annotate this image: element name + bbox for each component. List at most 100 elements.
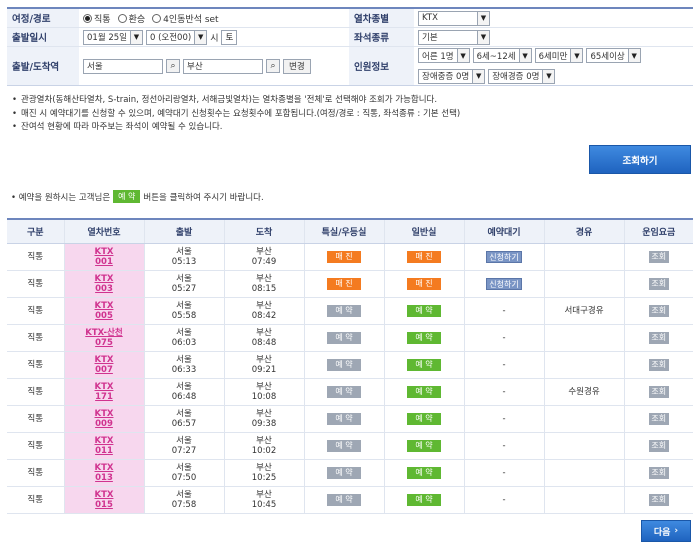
standard-button[interactable]: 예 약 xyxy=(407,412,441,425)
train-number-link[interactable]: KTX 005 xyxy=(65,301,144,321)
waitlist-button[interactable]: 신청하기 xyxy=(486,250,522,263)
first-class-button[interactable]: 예 약 xyxy=(327,439,361,452)
hour-select[interactable]: 0 (오전00) ▼ xyxy=(145,29,208,45)
train-number-link[interactable]: KTX 015 xyxy=(65,490,144,510)
fare-lookup-button[interactable]: 조회 xyxy=(648,358,669,371)
search-icon[interactable]: ⌕ xyxy=(266,59,280,73)
adult-select[interactable]: 어른 1명 ▼ xyxy=(418,48,470,64)
standard-button[interactable]: 예 약 xyxy=(407,439,441,452)
route-option-group-set[interactable]: 4인동반석 set xyxy=(152,12,219,25)
standard-button[interactable]: 예 약 xyxy=(407,331,441,344)
standard-button[interactable]: 예 약 xyxy=(407,493,441,506)
standard-cell: 예 약 xyxy=(384,459,465,487)
standard-cell: 예 약 xyxy=(384,486,465,514)
row-type: 직통 xyxy=(7,486,65,514)
fare-cell: 조회 xyxy=(624,297,693,325)
first-class-button[interactable]: 매 진 xyxy=(327,250,361,263)
via-cell xyxy=(544,432,625,460)
table-row: 직통 KTX 011 서울 07:27 부산 10:02 예 약 예 약 - 조회 xyxy=(7,432,693,460)
depart-cell: 서울 06:57 xyxy=(144,405,225,433)
route-option-transfer[interactable]: 환승 xyxy=(117,12,145,25)
child-select[interactable]: 6세~12세 ▼ xyxy=(472,48,532,64)
form-row-route: 여정/경로 직통 환승 4인동반석 set 열차종별 KTX ▼ xyxy=(7,9,693,28)
standard-button[interactable]: 예 약 xyxy=(407,385,441,398)
infant-select[interactable]: 6세미만 ▼ xyxy=(534,48,584,64)
train-number-link[interactable]: KTX 011 xyxy=(65,436,144,456)
arrive-station-input[interactable]: 부산 xyxy=(183,58,263,74)
standard-button[interactable]: 예 약 xyxy=(407,304,441,317)
swap-station-button[interactable]: 변경 xyxy=(283,58,311,74)
radio-icon[interactable] xyxy=(117,13,127,23)
senior-select[interactable]: 65세이상 ▼ xyxy=(586,48,641,64)
fare-lookup-button[interactable]: 조회 xyxy=(648,439,669,452)
severe-disabled-select[interactable]: 장애중증 0명 ▼ xyxy=(418,68,486,84)
train-number-cell: KTX 011 xyxy=(64,432,145,460)
search-button[interactable]: 조회하기 xyxy=(589,145,691,174)
radio-selected-icon[interactable] xyxy=(83,13,92,23)
passenger-cell: 어른 1명 ▼ 6세~12세 ▼ 6세미만 ▼ 65세이상 ▼ 장애중증 0명 ▼ 장애경… xyxy=(414,47,689,85)
chevron-down-icon: ▼ xyxy=(129,30,142,44)
fare-lookup-button[interactable]: 조회 xyxy=(648,412,669,425)
standard-button[interactable]: 매 진 xyxy=(407,277,441,290)
radio-icon[interactable] xyxy=(152,13,162,23)
reservation-guide: • 예약을 원하시는 고객님은 예 약 버튼을 클릭하여 주시기 바랍니다. xyxy=(11,190,264,203)
fare-lookup-button[interactable]: 조회 xyxy=(648,385,669,398)
seat-type-select[interactable]: 기본 ▼ xyxy=(418,29,490,45)
table-row: 직통 KTX 013 서울 07:50 부산 10:25 예 약 예 약 - 조회 xyxy=(7,459,693,487)
depart-cell: 서울 06:48 xyxy=(144,378,225,406)
standard-button[interactable]: 예 약 xyxy=(407,358,441,371)
first-class-button[interactable]: 예 약 xyxy=(327,304,361,317)
train-number-link[interactable]: KTX 171 xyxy=(65,382,144,402)
first-class-button[interactable]: 예 약 xyxy=(327,385,361,398)
train-number-link[interactable]: KTX 013 xyxy=(65,463,144,483)
route-option-direct[interactable]: 직통 xyxy=(83,12,111,25)
col-type: 구분 xyxy=(7,218,65,244)
arrive-cell: 부산 08:15 xyxy=(224,270,305,298)
first-class-button[interactable]: 예 약 xyxy=(327,493,361,506)
waitlist-button[interactable]: 신청하기 xyxy=(486,277,522,290)
first-class-button[interactable]: 예 약 xyxy=(327,466,361,479)
fare-cell: 조회 xyxy=(624,270,693,298)
first-class-button[interactable]: 예 약 xyxy=(327,412,361,425)
fare-lookup-button[interactable]: 조회 xyxy=(648,331,669,344)
arrive-cell: 부산 10:25 xyxy=(224,459,305,487)
row-type: 직통 xyxy=(7,405,65,433)
train-number-link[interactable]: KTX 001 xyxy=(65,247,144,267)
train-number-cell: KTX 003 xyxy=(64,270,145,298)
train-number-cell: KTX 015 xyxy=(64,486,145,514)
standard-button[interactable]: 예 약 xyxy=(407,466,441,479)
first-class-button[interactable]: 예 약 xyxy=(327,358,361,371)
arrive-cell: 부산 08:42 xyxy=(224,297,305,325)
first-class-button[interactable]: 매 진 xyxy=(327,277,361,290)
col-arrive: 도착 xyxy=(224,218,305,244)
table-row: 직통 KTX 007 서울 06:33 부산 09:21 예 약 예 약 - 조회 xyxy=(7,351,693,379)
first-class-button[interactable]: 예 약 xyxy=(327,331,361,344)
search-icon[interactable]: ⌕ xyxy=(166,59,180,73)
fare-lookup-button[interactable]: 조회 xyxy=(648,466,669,479)
next-page-button[interactable]: 다음 › xyxy=(641,520,691,542)
train-number-cell: KTX 001 xyxy=(64,243,145,271)
row-type: 직통 xyxy=(7,243,65,271)
fare-lookup-button[interactable]: 조회 xyxy=(648,493,669,506)
train-number-link[interactable]: KTX-산천 075 xyxy=(65,328,144,348)
date-select[interactable]: 01월 25일 ▼ xyxy=(83,29,143,45)
standard-button[interactable]: 매 진 xyxy=(407,250,441,263)
waitlist-cell: - xyxy=(464,324,545,352)
depart-station-input[interactable]: 서울 xyxy=(83,58,163,74)
guide-reserve-badge: 예 약 xyxy=(113,190,141,203)
train-number-link[interactable]: KTX 003 xyxy=(65,274,144,294)
route-options: 직통 환승 4인동반석 set xyxy=(79,9,349,27)
train-number-link[interactable]: KTX 007 xyxy=(65,355,144,375)
fare-lookup-button[interactable]: 조회 xyxy=(648,250,669,263)
mild-disabled-select[interactable]: 장애경증 0명 ▼ xyxy=(488,68,556,84)
notice-item: 잔여석 현황에 따라 마주보는 좌석이 예약될 수 있습니다. xyxy=(18,121,688,135)
waitlist-none: - xyxy=(502,413,506,424)
chevron-down-icon: ▼ xyxy=(542,69,555,83)
fare-lookup-button[interactable]: 조회 xyxy=(648,277,669,290)
waitlist-none: - xyxy=(502,494,506,505)
form-row-datetime: 출발일시 01월 25일 ▼ 0 (오전00) ▼ 시 토 좌석종류 기본 ▼ xyxy=(7,28,693,47)
via-cell: 서대구경유 xyxy=(544,297,625,325)
fare-lookup-button[interactable]: 조회 xyxy=(648,304,669,317)
train-type-select[interactable]: KTX ▼ xyxy=(418,10,490,26)
train-number-link[interactable]: KTX 009 xyxy=(65,409,144,429)
